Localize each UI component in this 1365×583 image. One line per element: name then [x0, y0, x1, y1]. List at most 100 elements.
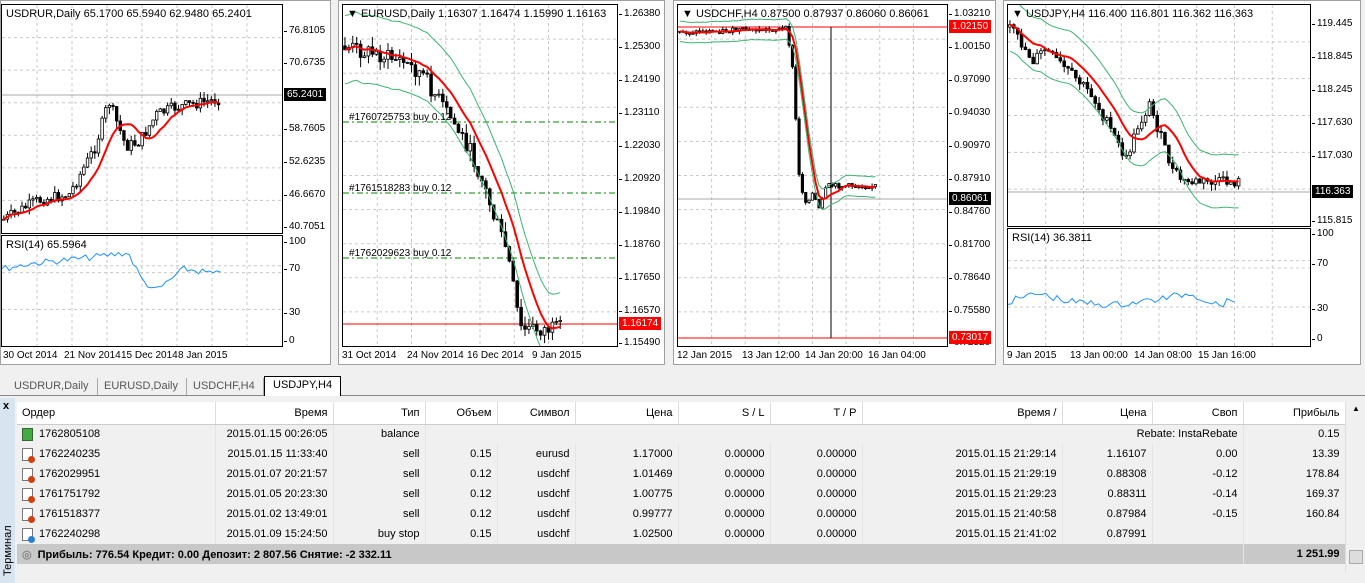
- table-cell: 1.16107: [1062, 444, 1153, 464]
- chart-title-text: USDCHF,H4 0.87500 0.87937 0.86060 0.8606…: [695, 8, 929, 20]
- table-cell: 0.12: [425, 484, 498, 504]
- column-header[interactable]: Символ: [497, 402, 576, 425]
- time-axis-label: 14 Jan 20:00: [805, 350, 863, 361]
- price-axis-label: 52.6235: [283, 156, 326, 167]
- table-cell: 2015.01.07 20:21:57: [215, 464, 334, 484]
- price-axis-label: 1.22030: [618, 140, 661, 151]
- candle-body: [27, 199, 31, 209]
- candle-body: [1039, 50, 1043, 54]
- candle-body: [1019, 33, 1024, 48]
- table-row[interactable]: 1762240298 2015.01.09 15:24:50 buy stop 0.1…: [17, 524, 1346, 544]
- order-label[interactable]: #1761518283 buy 0.12: [349, 183, 451, 194]
- chart-window-eurusd[interactable]: ▼ EURUSD,Daily 1.16307 1.16474 1.15990 1…: [338, 0, 665, 365]
- time-axis-label: 12 Jan 2015: [677, 350, 733, 361]
- candle-body: [111, 104, 115, 107]
- price-marker: 116.363: [1312, 185, 1354, 198]
- table-cell: sell: [333, 504, 426, 524]
- chart-title: USDRUR,Daily 65.1700 65.5940 62.9480 65.…: [6, 8, 252, 20]
- tab-eurusd[interactable]: EURUSD,Daily: [96, 378, 187, 395]
- column-header[interactable]: S / L: [678, 402, 771, 425]
- candle-body: [515, 280, 519, 308]
- candle-body: [1058, 57, 1063, 62]
- candle-body: [1097, 102, 1101, 111]
- time-cell: 2015.01.15 00:26:05: [215, 424, 334, 444]
- time-axis-label: 15 Dec 2014: [121, 350, 178, 361]
- scroll-thumb[interactable]: [1349, 550, 1363, 564]
- candle-body: [1198, 178, 1202, 184]
- order-label[interactable]: #1760725753 buy 0.12: [349, 112, 451, 123]
- close-icon[interactable]: x: [3, 400, 9, 412]
- price-axis-label: 0.97090: [948, 74, 991, 85]
- candle-body: [413, 64, 418, 77]
- candle-body: [176, 108, 181, 111]
- column-header[interactable]: T / P: [770, 402, 863, 425]
- tab-usdchf[interactable]: USDCHF,H4: [185, 378, 264, 395]
- column-header[interactable]: Объем: [425, 402, 498, 425]
- table-cell: usdchf: [497, 484, 576, 504]
- price-axis-label: 30: [283, 307, 301, 318]
- table-cell: 0.88311: [1062, 484, 1153, 504]
- column-header[interactable]: Время /: [862, 402, 1063, 425]
- price-chart[interactable]: ▼ USDCHF,H4 0.87500 0.87937 0.86060 0.86…: [677, 4, 948, 347]
- price-axis-label: 0.81700: [948, 239, 991, 250]
- price-chart[interactable]: ▼ EURUSD,Daily 1.16307 1.16474 1.15990 1…: [342, 4, 618, 347]
- column-header[interactable]: Цена: [1062, 402, 1153, 425]
- price-axis-label: 1.23110: [618, 107, 660, 118]
- candle-body: [441, 93, 445, 103]
- table-cell: 0.00000: [678, 484, 771, 504]
- chart-window-usdjpy[interactable]: ▼ USDJPY,H4 116.400 116.801 116.362 116.…: [1003, 0, 1361, 365]
- table-row[interactable]: 1761751792 2015.01.05 20:23:30 sell 0.12 usd…: [17, 484, 1346, 504]
- table-row[interactable]: 1761518377 2015.01.02 13:49:01 sell 0.12 usd…: [17, 504, 1346, 524]
- table-cell: 1761518377: [17, 504, 216, 524]
- candle-body: [78, 173, 82, 187]
- candle-body: [1027, 49, 1032, 58]
- price-axis-label: 117.630: [1311, 117, 1353, 128]
- table-row[interactable]: 1762029951 2015.01.07 20:21:57 sell 0.12 usd…: [17, 464, 1346, 484]
- summary-row: ◎ Прибыль: 776.54 Кредит: 0.00 Депозит: 2…: [17, 544, 1346, 564]
- candle-body: [394, 59, 398, 61]
- table-cell: 0.00000: [770, 464, 863, 484]
- table-cell: 0.00000: [678, 444, 771, 464]
- scrollbar[interactable]: ▲: [1345, 402, 1365, 572]
- sell-order-icon: [22, 487, 35, 503]
- order-label[interactable]: #1762029623 buy 0.12: [349, 248, 451, 259]
- scroll-up-icon[interactable]: ▲: [1349, 404, 1363, 413]
- column-header[interactable]: Прибыль: [1243, 402, 1346, 425]
- candle-body: [100, 117, 104, 140]
- price-chart[interactable]: USDRUR,Daily 65.1700 65.5940 62.9480 65.…: [1, 4, 283, 234]
- column-header[interactable]: Цена: [575, 402, 679, 425]
- candle-body: [169, 102, 173, 107]
- tab-usdjpy[interactable]: USDJPY,H4: [264, 376, 342, 396]
- table-cell: buy stop: [333, 524, 426, 544]
- chart-window-usdchf[interactable]: ▼ USDCHF,H4 0.87500 0.87937 0.86060 0.86…: [673, 0, 996, 365]
- candle-body: [804, 191, 808, 203]
- candle-body: [96, 138, 101, 154]
- rsi-chart[interactable]: RSI(14) 36.3811: [1007, 228, 1311, 347]
- chart-window-usdrur[interactable]: USDRUR,Daily 65.1700 65.5940 62.9480 65.…: [0, 0, 331, 365]
- table-cell: -0.15: [1152, 504, 1244, 524]
- rsi-chart[interactable]: RSI(14) 65.5964: [1, 235, 283, 347]
- price-axis-label: 1.16570: [618, 305, 661, 316]
- price-axis-label: 58.7605: [283, 123, 326, 134]
- tab-usdrur[interactable]: USDRUR,Daily: [6, 378, 98, 395]
- table-cell: 1762029951: [17, 464, 216, 484]
- candle-body: [794, 66, 798, 120]
- table-cell: usdchf: [497, 504, 576, 524]
- terminal-side-strip: x Терминал: [0, 398, 15, 583]
- candle-body: [1089, 88, 1094, 98]
- table-row[interactable]: 1762240235 2015.01.15 11:33:40 sell 0.15 eur…: [17, 444, 1346, 464]
- table-row[interactable]: 1762805108 2015.01.15 00:26:05 balance R…: [17, 424, 1346, 444]
- price-chart[interactable]: ▼ USDJPY,H4 116.400 116.801 116.362 116.…: [1007, 4, 1311, 227]
- candle-body: [456, 123, 461, 133]
- column-header[interactable]: Время: [215, 402, 334, 425]
- table-cell: 0.15: [425, 524, 498, 544]
- pending-order-icon: [22, 527, 35, 543]
- column-header[interactable]: Своп: [1152, 402, 1244, 425]
- candle-body: [34, 197, 39, 200]
- column-header[interactable]: Тип: [333, 402, 426, 425]
- candle-body: [64, 196, 68, 199]
- chart-title-text: USDJPY,H4 116.400 116.801 116.362 116.36…: [1025, 8, 1254, 20]
- table-cell: 0.15: [425, 444, 498, 464]
- column-header[interactable]: Ордер: [17, 402, 216, 425]
- candle-body: [1190, 181, 1194, 185]
